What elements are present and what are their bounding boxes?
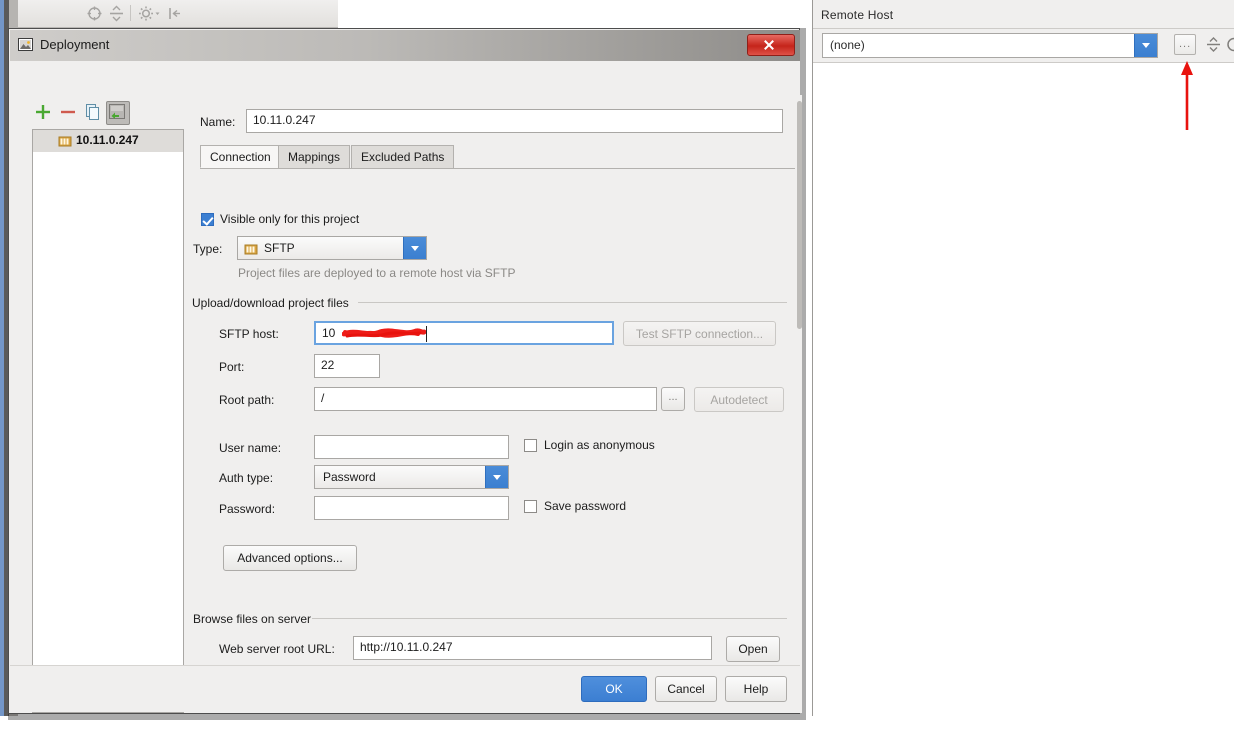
autodetect-button[interactable]: Autodetect <box>694 387 784 412</box>
connection-tabs: Connection Mappings Excluded Paths <box>200 145 795 169</box>
remote-host-select-value: (none) <box>830 38 865 52</box>
chevron-down-icon[interactable] <box>485 466 508 488</box>
dialog-titlebar[interactable]: Deployment <box>10 30 800 62</box>
tab-connection[interactable]: Connection <box>200 145 281 168</box>
sftp-host-input-value: 10 <box>322 326 336 340</box>
red-arrow-annotation <box>1172 60 1202 132</box>
user-name-input[interactable] <box>314 435 509 459</box>
web-root-url-input-value: http://10.11.0.247 <box>360 640 453 654</box>
dialog-title: Deployment <box>40 37 110 52</box>
login-anonymous-checkbox[interactable] <box>524 439 537 452</box>
advanced-options-button[interactable]: Advanced options... <box>223 545 357 571</box>
name-label: Name: <box>200 115 236 129</box>
chevron-down-icon[interactable] <box>403 237 426 259</box>
login-anonymous-label: Login as anonymous <box>544 438 655 452</box>
ok-button[interactable]: OK <box>581 676 647 702</box>
root-path-input-value: / <box>321 391 325 405</box>
remote-host-select[interactable]: (none) <box>822 33 1158 58</box>
toolbar-separator <box>130 5 131 21</box>
root-path-input[interactable]: / <box>314 387 657 411</box>
dialog-body: 10.11.0.247 Name: 10.11.0.247 Connection… <box>10 61 802 713</box>
sftp-host-label: SFTP host: <box>219 327 279 341</box>
cancel-button[interactable]: Cancel <box>655 676 717 702</box>
remote-host-toolbar: (none) <box>813 29 1234 62</box>
dialog-footer: OK Cancel Help <box>10 665 800 712</box>
port-input[interactable]: 22 <box>314 354 380 378</box>
browse-group-title: Browse files on server <box>193 612 312 626</box>
port-input-value: 22 <box>321 358 335 372</box>
save-password-checkbox[interactable] <box>524 500 537 513</box>
upload-group-divider <box>358 302 787 303</box>
deployment-icon <box>18 37 33 52</box>
user-name-label: User name: <box>219 441 282 455</box>
server-list-toolbar <box>32 101 182 127</box>
save-password-label: Save password <box>544 499 627 513</box>
deployment-dialog: Deployment 10.11.0.247 Name: 10.11.0.247… <box>8 28 802 714</box>
test-sftp-connection-button[interactable]: Test SFTP connection... <box>623 321 776 346</box>
remove-server-button[interactable] <box>57 101 79 123</box>
settings-icon[interactable] <box>1226 36 1234 53</box>
upload-group-title: Upload/download project files <box>192 296 349 310</box>
sftp-icon <box>244 242 258 259</box>
sync-icon[interactable] <box>1205 36 1222 53</box>
hide-panel-icon[interactable] <box>166 5 183 22</box>
copy-server-button[interactable] <box>82 101 104 123</box>
browse-group-divider <box>312 618 787 619</box>
root-path-label: Root path: <box>219 393 275 407</box>
target-icon[interactable] <box>86 5 103 22</box>
auth-type-label: Auth type: <box>219 471 274 485</box>
text-caret <box>426 326 427 342</box>
connection-form: Name: 10.11.0.247 Connection Mappings Ex… <box>192 95 795 713</box>
tabs-underline <box>200 168 795 169</box>
form-scrollbar-thumb[interactable] <box>797 101 802 329</box>
remote-host-panel-title: Remote Host <box>821 8 894 22</box>
remote-host-browse-label: ... <box>1179 38 1192 50</box>
close-icon[interactable] <box>747 34 795 56</box>
settings-gear-icon[interactable] <box>138 5 155 22</box>
screen-root: Remote Host (none) ... Deployment 10.11.… <box>0 0 1234 730</box>
web-root-url-label: Web server root URL: <box>219 642 335 656</box>
tab-excluded-paths[interactable]: Excluded Paths <box>351 145 455 168</box>
sftp-host-input[interactable]: 10 <box>314 321 614 345</box>
name-input-value: 10.11.0.247 <box>253 113 316 127</box>
web-root-url-input[interactable]: http://10.11.0.247 <box>353 636 712 660</box>
chevron-down-icon[interactable] <box>154 5 161 22</box>
server-list[interactable]: 10.11.0.247 <box>32 129 184 713</box>
port-label: Port: <box>219 360 245 374</box>
remote-host-panel: Remote Host (none) <box>812 0 1234 717</box>
remote-host-browse-button[interactable]: ... <box>1174 34 1196 55</box>
tab-mappings[interactable]: Mappings <box>278 145 351 168</box>
ide-toolbar <box>18 0 338 28</box>
type-hint: Project files are deployed to a remote h… <box>238 266 516 280</box>
remote-host-file-list[interactable] <box>813 62 1234 717</box>
chevron-down-icon[interactable] <box>1134 34 1157 57</box>
password-label: Password: <box>219 502 276 516</box>
add-server-button[interactable] <box>32 101 54 123</box>
visible-only-label: Visible only for this project <box>220 212 360 226</box>
help-button[interactable]: Help <box>725 676 787 702</box>
open-button[interactable]: Open <box>726 636 780 662</box>
type-label: Type: <box>193 242 223 256</box>
visible-only-checkbox[interactable] <box>201 213 214 226</box>
server-item-label: 10.11.0.247 <box>76 133 139 147</box>
collapse-all-icon[interactable] <box>108 5 125 22</box>
name-input[interactable]: 10.11.0.247 <box>246 109 783 133</box>
type-select-value: SFTP <box>264 241 295 255</box>
auth-type-select-value: Password <box>323 470 376 484</box>
redaction-scribble <box>341 326 427 340</box>
auth-type-select[interactable]: Password <box>314 465 509 489</box>
root-path-browse-button[interactable]: ... <box>661 387 685 411</box>
type-select[interactable]: SFTP <box>237 236 427 260</box>
sftp-server-icon <box>58 134 72 148</box>
use-as-default-button[interactable] <box>106 101 130 125</box>
server-item-sftp[interactable]: 10.11.0.247 <box>33 130 183 152</box>
password-input[interactable] <box>314 496 509 520</box>
